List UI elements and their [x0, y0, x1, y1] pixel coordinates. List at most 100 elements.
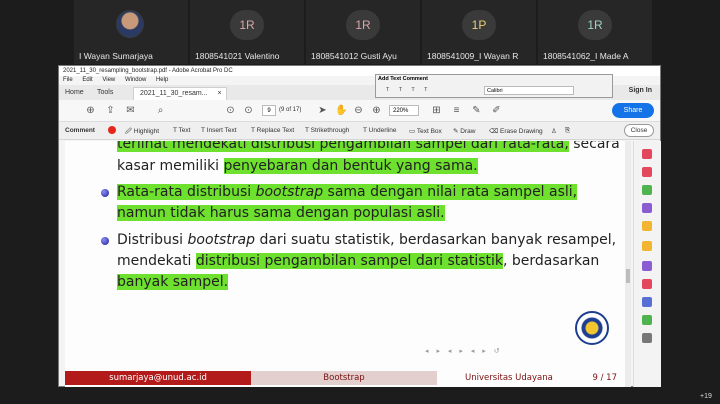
- participant-tile[interactable]: 1P 1808541009_I Wayan R: [422, 0, 536, 64]
- participant-initials: 1R: [346, 10, 380, 40]
- slide-nav-icons[interactable]: ◂ ▸ ◂ ▸ ◂ ▸ ↺: [425, 347, 503, 355]
- close-icon[interactable]: ×: [218, 88, 222, 100]
- erase-drawing-tool[interactable]: ⌫ Erase Drawing: [489, 127, 543, 135]
- university-logo: [575, 311, 609, 345]
- more-tools-icon[interactable]: [642, 333, 652, 343]
- comment-icon[interactable]: ✎: [471, 105, 482, 116]
- stamp-icon[interactable]: ♙: [551, 127, 557, 135]
- participant-initials: 1P: [462, 10, 496, 40]
- slide-line: terlihat mendekati distribusi pengambila…: [117, 141, 620, 153]
- participant-tile[interactable]: 1R 1808541012 Gusti Ayu: [306, 0, 420, 64]
- slide-line: Rata-rata distribusi bootstrap sama deng…: [117, 183, 578, 201]
- create-pdf-icon[interactable]: ⊕: [85, 105, 96, 116]
- prev-page-icon[interactable]: ⊙: [225, 105, 236, 116]
- footer-page-number: 9 / 17: [592, 373, 618, 383]
- text-box-tool[interactable]: ▭ Text Box: [409, 127, 442, 135]
- participant-name: 1808541021 Valentino: [195, 51, 280, 61]
- menu-help[interactable]: Help: [156, 77, 168, 83]
- page-number-input[interactable]: 9: [262, 105, 276, 116]
- zoom-in-icon[interactable]: ⊕: [371, 105, 382, 116]
- highlighted-text[interactable]: Rata-rata distribusi bootstrap sama deng…: [117, 184, 578, 200]
- menu-file[interactable]: File: [63, 77, 73, 83]
- tab-home[interactable]: Home: [65, 87, 84, 100]
- highlight-icon[interactable]: ✐: [491, 105, 502, 116]
- menu-edit[interactable]: Edit: [82, 77, 92, 83]
- text-tool[interactable]: T Text: [173, 127, 190, 134]
- comment-toolbar: Comment 🖉 Highlight T Text T Insert Text…: [59, 122, 660, 140]
- participant-name: 1808541062_I Made A: [543, 51, 629, 61]
- highlighted-text[interactable]: banyak sampel.: [117, 274, 229, 290]
- slide-line: Distribusi bootstrap dari suatu statisti…: [117, 232, 617, 248]
- pdf-page: terlihat mendekati distribusi pengambila…: [65, 141, 625, 387]
- comment-label: Comment: [65, 127, 95, 134]
- tools-side-panel: [633, 141, 661, 387]
- search-icon[interactable]: ⌕: [155, 105, 166, 116]
- edit-pdf-icon[interactable]: [642, 185, 652, 195]
- participant-tile[interactable]: 1R 1808541021 Valentino: [190, 0, 304, 64]
- zoom-out-icon[interactable]: ⊖: [353, 105, 364, 116]
- add-text-comment-toolbar: Add Text Comment T T T T Calibri: [375, 74, 613, 98]
- participant-tile[interactable]: I Wayan Sumarjaya: [74, 0, 188, 64]
- redact-icon[interactable]: [642, 279, 652, 289]
- highlighted-text[interactable]: penyebaran dan bentuk yang sama.: [223, 158, 478, 174]
- fill-sign-icon[interactable]: [642, 261, 652, 271]
- combine-files-icon[interactable]: [642, 203, 652, 213]
- zoom-select[interactable]: 220%: [389, 105, 419, 116]
- protect-icon[interactable]: [642, 297, 652, 307]
- participant-name: 1808541012 Gusti Ayu: [311, 51, 397, 61]
- draw-tool[interactable]: ✎ Draw: [453, 127, 475, 135]
- slide-line: mendekati distribusi pengambilan sampel …: [117, 253, 600, 269]
- tab-document[interactable]: 2021_11_30_resam... ×: [133, 87, 227, 100]
- participant-name: I Wayan Sumarjaya: [79, 51, 153, 61]
- acrobat-window: 2021_11_30_resampling_bootstrap.pdf - Ad…: [58, 65, 661, 387]
- share-label: Share: [623, 107, 643, 114]
- optimize-icon[interactable]: [642, 315, 652, 325]
- create-pdf-icon[interactable]: [642, 167, 652, 177]
- slide-line: kasar memiliki penyebaran dan bentuk yan…: [117, 158, 478, 174]
- text-format-icons[interactable]: T T T T: [386, 87, 431, 93]
- extra-participants-count[interactable]: +19: [700, 393, 712, 400]
- menu-window[interactable]: Window: [125, 77, 146, 83]
- bullet-icon: [101, 237, 109, 245]
- select-cursor-icon[interactable]: ➤: [317, 105, 328, 116]
- add-text-comment-title: Add Text Comment: [378, 76, 429, 82]
- participant-tile[interactable]: 1R 1808541062_I Made A: [538, 0, 652, 64]
- organize-pages-icon[interactable]: [642, 221, 652, 231]
- slide-line: banyak sampel.: [117, 273, 229, 291]
- highlighted-text[interactable]: namun tidak harus sama dengan populasi a…: [117, 205, 445, 221]
- footer-email: sumarjaya@unud.ac.id: [65, 371, 251, 385]
- next-page-icon[interactable]: ⊙: [243, 105, 254, 116]
- underline-tool[interactable]: T Underline: [363, 127, 397, 134]
- export-pdf-icon[interactable]: [642, 149, 652, 159]
- hand-icon[interactable]: ✋: [335, 105, 347, 116]
- color-picker-icon[interactable]: [108, 126, 116, 134]
- menu-view[interactable]: View: [102, 77, 115, 83]
- mail-icon[interactable]: ✉: [125, 105, 136, 116]
- participant-name: 1808541009_I Wayan R: [427, 51, 519, 61]
- slide-line: namun tidak harus sama dengan populasi a…: [117, 204, 445, 222]
- vertical-scrollbar[interactable]: [625, 141, 631, 387]
- highlighted-text[interactable]: terlihat mendekati distribusi pengambila…: [117, 141, 569, 152]
- upload-icon[interactable]: ⇪: [105, 105, 116, 116]
- close-comment-button[interactable]: Close: [624, 124, 654, 137]
- footer-title: Bootstrap: [251, 371, 437, 385]
- participant-photo: [116, 10, 144, 38]
- fit-page-icon[interactable]: ⊞: [431, 105, 442, 116]
- sign-in-link[interactable]: Sign In: [629, 87, 652, 94]
- attach-icon[interactable]: ⎘: [565, 127, 570, 135]
- highlighted-text[interactable]: distribusi pengambilan sampel dari stati…: [195, 253, 503, 269]
- participant-initials: 1R: [230, 10, 264, 40]
- tab-tools[interactable]: Tools: [97, 87, 113, 100]
- participant-initials: 1R: [578, 10, 612, 40]
- share-button[interactable]: Share: [612, 103, 654, 118]
- slide-footer: sumarjaya@unud.ac.id Bootstrap Universit…: [65, 371, 625, 385]
- scrollbar-thumb[interactable]: [626, 269, 630, 283]
- comment-panel-icon[interactable]: [642, 241, 652, 251]
- replace-text-tool[interactable]: T Replace Text: [251, 127, 294, 134]
- highlight-tool[interactable]: 🖉 Highlight: [125, 127, 159, 138]
- strikethrough-tool[interactable]: T Strikethrough: [305, 127, 349, 134]
- insert-text-tool[interactable]: T Insert Text: [201, 127, 237, 134]
- font-select[interactable]: Calibri: [484, 86, 574, 95]
- page-count: (9 of 17): [279, 107, 302, 113]
- scroll-mode-icon[interactable]: ≡: [451, 105, 462, 116]
